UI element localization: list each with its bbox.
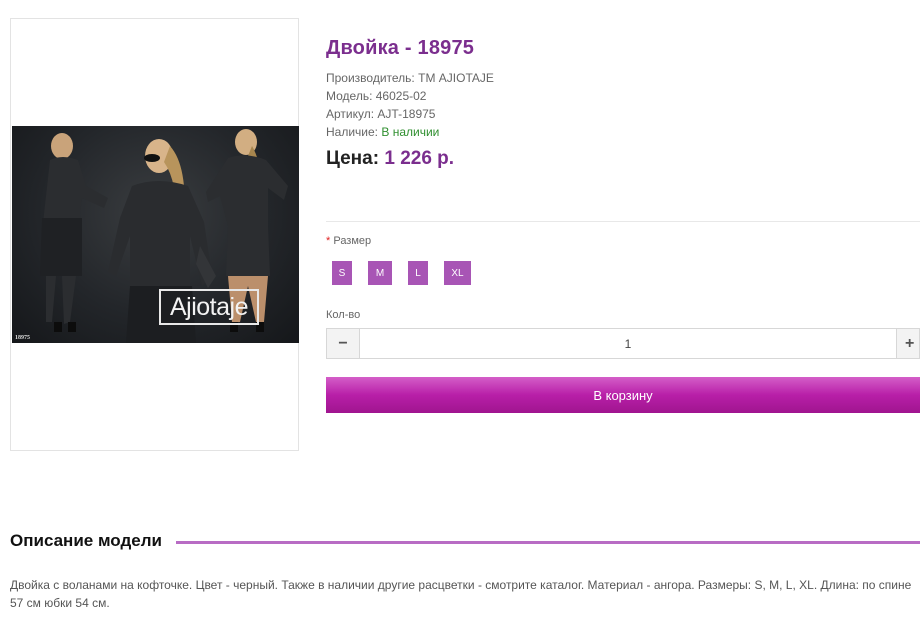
price-label: Цена: [326,148,380,169]
description-heading: Описание модели [10,531,162,550]
description-divider [176,541,920,544]
size-option-l[interactable]: L [408,261,428,285]
plus-icon[interactable]: + [897,329,919,358]
description-text: Двойка с воланами на кофточке. Цвет - че… [10,578,912,610]
size-option-xl[interactable]: XL [444,261,471,285]
product-image-frame[interactable]: Ajiotaje 18975 [10,18,299,451]
size-option-m[interactable]: M [368,261,392,285]
sku-row: Артикул: AJT-18975 [326,107,435,121]
price-value: 1 226 р. [384,148,455,169]
size-label-text: Размер [333,235,372,247]
model-row: Модель: 46025-02 [326,89,426,103]
product-photo[interactable]: Ajiotaje 18975 [12,126,299,343]
availability-row: Наличие: В наличии [326,125,439,139]
quantity-label: Кол-во [326,309,361,321]
brand-logo: Ajiotaje [159,289,259,325]
availability-label: Наличие: [326,125,379,139]
sku-value: AJT-18975 [377,107,436,121]
image-code: 18975 [15,335,30,341]
model-value: 46025-02 [375,89,427,103]
required-mark: * [326,235,331,247]
price-row: Цена: 1 226 р. [326,148,454,170]
quantity-stepper: − + [326,328,920,359]
size-option-s[interactable]: S [332,261,352,285]
product-title: Двойка - 18975 [326,37,475,59]
sku-label: Артикул: [326,107,375,121]
divider [326,221,920,222]
manufacturer-row: Производитель: ТМ AJIOTAJE [326,71,494,85]
availability-status: В наличии [381,125,440,139]
quantity-input[interactable] [359,329,897,358]
size-label: * Размер [326,235,371,247]
model-label: Модель: [326,89,373,103]
add-to-cart-button[interactable]: В корзину [326,377,920,413]
manufacturer-link[interactable]: ТМ AJIOTAJE [418,71,494,85]
manufacturer-label: Производитель: [326,71,415,85]
minus-icon[interactable]: − [327,329,359,358]
